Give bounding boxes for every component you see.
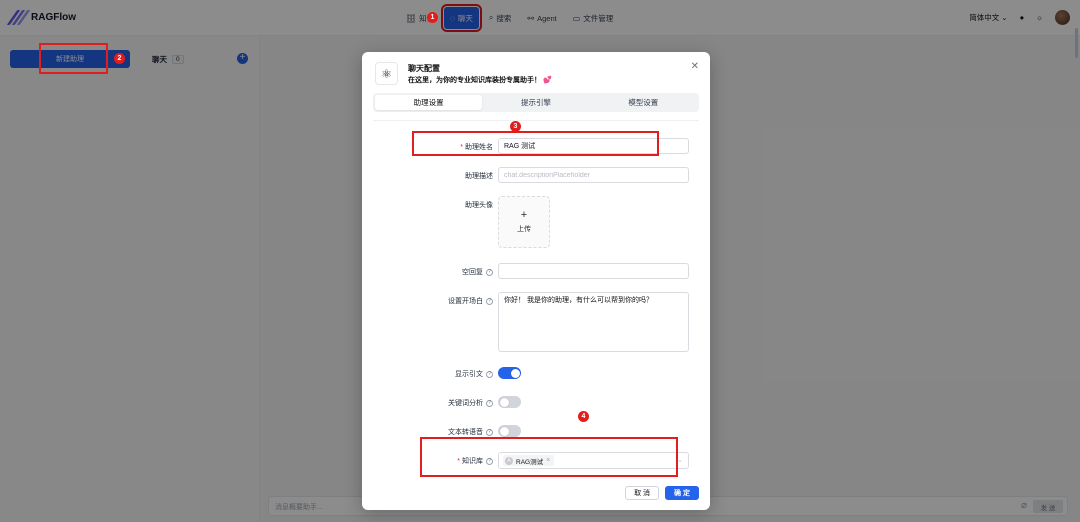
modal-subtitle: 在这里，为你的专业知识库装扮专属助手！ 💕 bbox=[408, 75, 552, 85]
assistant-description-input[interactable] bbox=[498, 167, 689, 183]
remove-tag-icon[interactable]: × bbox=[546, 457, 550, 464]
chat-config-icon: ⚛ bbox=[375, 62, 398, 85]
knowledge-base-label: * 知识库? bbox=[373, 456, 493, 466]
help-icon[interactable]: ? bbox=[486, 370, 493, 378]
toggle-knob bbox=[499, 426, 509, 436]
annotation-marker-2: 2 bbox=[114, 53, 125, 64]
help-icon[interactable]: ? bbox=[486, 457, 493, 465]
tts-label: 文本转语音? bbox=[373, 427, 493, 437]
opener-label: 设置开场白? bbox=[373, 296, 493, 306]
assistant-name-label-text: 助理姓名 bbox=[465, 144, 493, 151]
help-icon[interactable]: ? bbox=[486, 428, 493, 436]
upload-label: 上传 bbox=[517, 226, 531, 233]
help-icon[interactable]: ? bbox=[486, 297, 493, 305]
required-mark: * bbox=[457, 458, 460, 465]
plus-icon: + bbox=[520, 209, 528, 221]
kb-tag-label: RAG测试 bbox=[516, 458, 544, 466]
avatar-upload-button[interactable]: + 上传 bbox=[498, 196, 550, 248]
heart-emoji-icon: 💕 bbox=[542, 77, 552, 84]
close-icon[interactable]: ✕ bbox=[691, 61, 699, 72]
help-icon[interactable]: ? bbox=[486, 399, 493, 407]
assistant-description-label: 助理描述 bbox=[465, 173, 493, 180]
cancel-button[interactable]: 取 消 bbox=[625, 486, 660, 500]
config-tabs: 助理设置 提示引擎 模型设置 bbox=[373, 93, 699, 112]
assistant-name-input[interactable] bbox=[498, 138, 689, 154]
tab-model-settings[interactable]: 模型设置 bbox=[590, 95, 697, 110]
tts-toggle[interactable] bbox=[498, 425, 521, 437]
keyword-analysis-label: 关键词分析? bbox=[373, 398, 493, 408]
opener-label-text: 设置开场白 bbox=[448, 298, 483, 305]
knowledge-base-select[interactable]: A RAG测试 × ⌄ bbox=[498, 452, 689, 469]
empty-response-label: 空回复? bbox=[373, 267, 493, 277]
chat-config-modal: ⚛ 聊天配置 在这里，为你的专业知识库装扮专属助手！ 💕 ✕ 助理设置 提示引擎… bbox=[362, 52, 710, 510]
kb-avatar: A bbox=[505, 456, 513, 465]
modal-footer: 取 消 确 定 bbox=[625, 486, 699, 500]
empty-response-label-text: 空回复 bbox=[462, 269, 483, 276]
keyword-analysis-toggle[interactable] bbox=[498, 396, 521, 408]
toggle-knob bbox=[499, 397, 509, 407]
ok-button[interactable]: 确 定 bbox=[665, 486, 699, 500]
assistant-settings-form: *助理姓名 助理描述 助理头像 + 上传 空回复? 设置开场白? 你好！ 我是你… bbox=[373, 120, 699, 470]
assistant-avatar-label: 助理头像 bbox=[465, 202, 493, 209]
assistant-name-label: * 助理姓名 bbox=[373, 142, 493, 152]
modal-subtitle-text: 在这里，为你的专业知识库装扮专属助手！ bbox=[408, 77, 541, 84]
tab-prompt-engine[interactable]: 提示引擎 bbox=[482, 95, 589, 110]
required-mark: * bbox=[460, 144, 463, 151]
opener-textarea[interactable]: 你好！ 我是你的助理，有什么可以帮到你的吗？ bbox=[498, 292, 689, 352]
toggle-knob bbox=[510, 368, 520, 378]
tab-assistant-settings[interactable]: 助理设置 bbox=[375, 95, 483, 110]
knowledge-base-label-text: 知识库 bbox=[462, 458, 483, 465]
chevron-down-icon: ⌄ bbox=[677, 457, 683, 464]
annotation-marker-1: 1 bbox=[427, 12, 438, 23]
modal-title: 聊天配置 bbox=[408, 64, 440, 73]
show-quote-label-text: 显示引文 bbox=[455, 371, 483, 378]
show-quote-label: 显示引文? bbox=[373, 369, 493, 379]
annotation-marker-3: 3 bbox=[510, 121, 521, 132]
tts-label-text: 文本转语音 bbox=[448, 429, 483, 436]
annotation-marker-4: 4 bbox=[578, 411, 589, 422]
knowledge-base-tag: A RAG测试 × bbox=[503, 455, 555, 466]
show-quote-toggle[interactable] bbox=[498, 367, 521, 379]
empty-response-input[interactable] bbox=[498, 263, 689, 279]
page-scrollbar[interactable] bbox=[1075, 28, 1078, 58]
keyword-analysis-label-text: 关键词分析 bbox=[448, 400, 483, 407]
help-icon[interactable]: ? bbox=[486, 268, 493, 276]
